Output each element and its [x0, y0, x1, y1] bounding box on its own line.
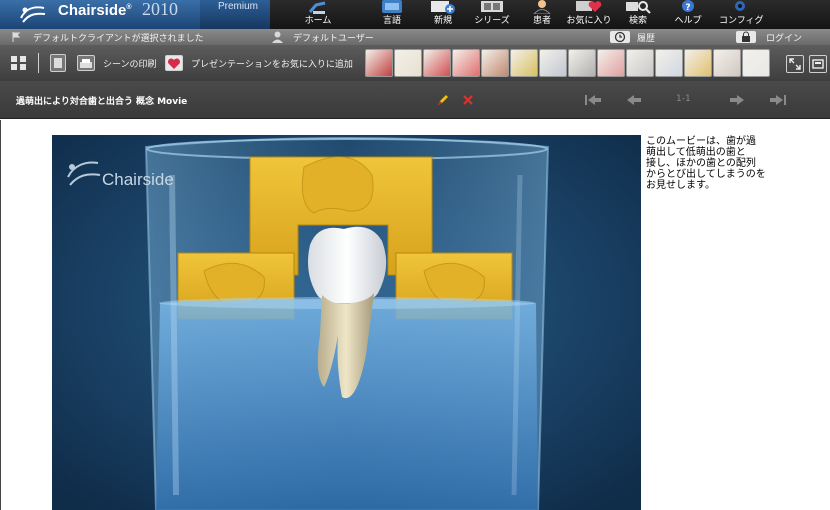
- search-icon: [626, 1, 651, 14]
- language-globe-icon: [382, 0, 402, 13]
- nav-patient-button[interactable]: 患者: [526, 0, 558, 29]
- delete-x-icon[interactable]: [462, 94, 474, 106]
- movie-description: このムービーは、歯が過 萌出して低萌出の歯と 接し、ほかの歯との配列 からとび出…: [646, 136, 766, 191]
- nav-new-button[interactable]: 新規: [425, 0, 461, 29]
- presentation-toolbar: シーンの印刷 プレゼンテーションをお気に入りに追加: [0, 45, 830, 81]
- toolbar-divider: [38, 53, 39, 73]
- last-page-icon[interactable]: [769, 94, 787, 106]
- history-label[interactable]: 履歴: [637, 31, 655, 44]
- scene-thumbnail[interactable]: [626, 49, 654, 77]
- next-page-icon[interactable]: [729, 94, 745, 106]
- window-icon: [812, 59, 824, 69]
- movie-player[interactable]: Chairside: [52, 135, 641, 510]
- clock-icon: [614, 31, 626, 43]
- scene-thumbnail[interactable]: [510, 49, 538, 77]
- scene-thumbnail[interactable]: [568, 49, 596, 77]
- scene-thumbnail[interactable]: [481, 49, 509, 77]
- film-series-icon: [481, 1, 503, 12]
- top-navigation-bar: Chairside® 2010 Premium ホーム 言語 新規 シリーズ 患…: [0, 0, 830, 29]
- watermark-text: Chairside: [102, 170, 174, 189]
- nav-search-button[interactable]: 検索: [622, 0, 654, 29]
- status-bar: デフォルトクライアントが選択されました デフォルトユーザー 履歴 ログイン: [0, 29, 830, 45]
- nav-series-label: シリーズ: [474, 16, 510, 26]
- lock-icon: [742, 31, 750, 42]
- nav-help-button[interactable]: ? ヘルプ: [672, 0, 704, 29]
- scene-thumbnail[interactable]: [423, 49, 451, 77]
- fullscreen-button[interactable]: [786, 55, 804, 73]
- scene-thumbnail[interactable]: [365, 49, 393, 77]
- nav-language-button[interactable]: 言語: [374, 0, 410, 29]
- scene-thumbnail[interactable]: [597, 49, 625, 77]
- nav-config-button[interactable]: コンフィグ: [719, 0, 764, 29]
- svg-text:?: ?: [685, 3, 690, 13]
- nav-home-button[interactable]: ホーム: [296, 0, 340, 29]
- scene-thumbnail[interactable]: [394, 49, 422, 77]
- login-button-box[interactable]: [736, 31, 756, 43]
- premium-badge: Premium: [200, 0, 270, 29]
- login-label[interactable]: ログイン: [766, 31, 802, 44]
- nav-language-label: 言語: [382, 16, 401, 26]
- layout-grid-button[interactable]: [10, 55, 28, 71]
- chairside-logo: Chairside® 2010: [0, 0, 200, 29]
- scene-thumbnail[interactable]: [655, 49, 683, 77]
- new-plus-icon: [431, 1, 455, 14]
- nav-search-label: 検索: [628, 16, 647, 26]
- add-favorite-button[interactable]: [165, 55, 183, 71]
- print-scene-label[interactable]: シーンの印刷: [103, 57, 157, 70]
- scene-thumbnail[interactable]: [713, 49, 741, 77]
- printer-icon: [80, 59, 92, 68]
- nav-new-label: 新規: [433, 16, 452, 26]
- print-scene-button[interactable]: [77, 55, 95, 71]
- nav-patient-label: 患者: [532, 16, 551, 26]
- movie-title: 過萌出により対合歯と出合う 概念 Movie: [16, 97, 188, 107]
- grid-layout-icon: [11, 56, 26, 70]
- selected-user-text[interactable]: デフォルトユーザー: [293, 31, 374, 44]
- scene-thumbnail[interactable]: [452, 49, 480, 77]
- dental-chair-logo-icon: [20, 6, 46, 23]
- previous-page-icon[interactable]: [626, 94, 642, 106]
- add-favorite-label[interactable]: プレゼンテーションをお気に入りに追加: [191, 57, 353, 70]
- brand-name: Chairside®: [58, 2, 132, 19]
- favorite-heart-icon: [576, 1, 602, 13]
- page-layout-icon: [54, 58, 62, 68]
- first-page-icon[interactable]: [584, 94, 602, 106]
- scene-thumbnail[interactable]: [684, 49, 712, 77]
- left-border: [0, 120, 1, 510]
- scene-thumbnail[interactable]: [539, 49, 567, 77]
- nav-config-label: コンフィグ: [719, 16, 764, 26]
- movie-frame: Chairside: [52, 135, 641, 510]
- print-layout-button[interactable]: [50, 54, 66, 72]
- history-button-box[interactable]: [610, 31, 630, 43]
- flag-icon: [12, 32, 20, 42]
- nav-favorites-label: お気に入り: [566, 16, 612, 26]
- nav-favorites-button[interactable]: お気に入り: [564, 0, 614, 29]
- pencil-edit-icon[interactable]: [436, 93, 450, 107]
- movie-title-bar: 過萌出により対合歯と出合う 概念 Movie 1-1: [0, 81, 830, 119]
- selected-client-text[interactable]: デフォルトクライアントが選択されました: [33, 31, 204, 44]
- nav-home-label: ホーム: [304, 16, 332, 26]
- gear-icon: [735, 1, 745, 11]
- window-button[interactable]: [809, 55, 827, 73]
- edition-label: Premium: [218, 1, 259, 12]
- nav-series-button[interactable]: シリーズ: [472, 0, 512, 29]
- scene-thumbnail[interactable]: [742, 49, 770, 77]
- user-icon: [272, 31, 283, 43]
- brand-year: 2010: [142, 0, 178, 19]
- help-icon: ?: [682, 0, 694, 13]
- nav-help-label: ヘルプ: [674, 16, 702, 26]
- dental-chair-icon: [308, 1, 326, 14]
- heart-icon: [167, 58, 181, 69]
- expand-icon: [789, 58, 801, 70]
- patient-icon: [533, 0, 551, 14]
- page-indicator: 1-1: [676, 94, 691, 104]
